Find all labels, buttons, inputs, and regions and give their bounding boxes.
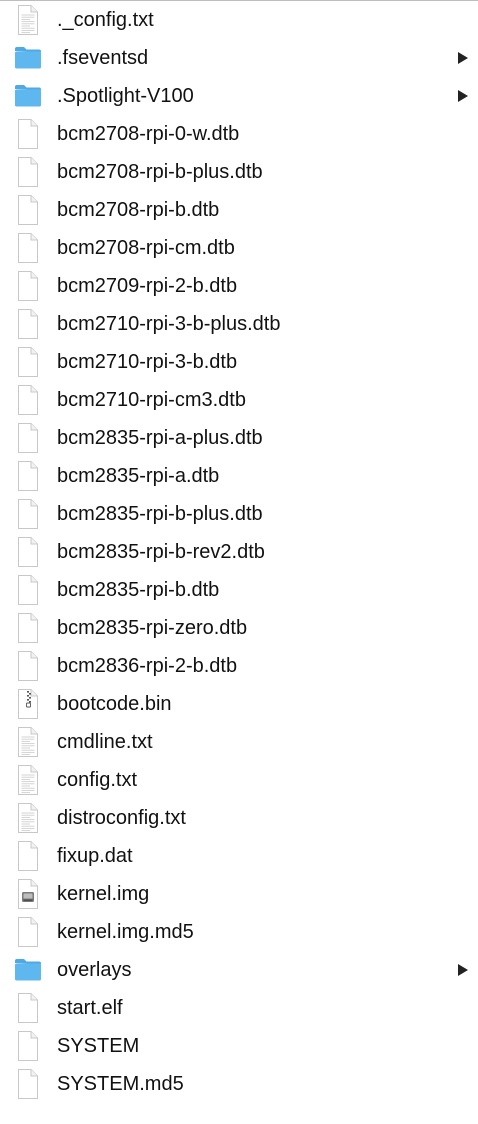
folder-row[interactable]: .fseventsd: [0, 39, 478, 77]
blank-document-icon: [14, 270, 42, 302]
blank-document-icon: [14, 232, 42, 264]
blank-document-icon: [14, 536, 42, 568]
file-name: .Spotlight-V100: [57, 85, 194, 107]
file-row[interactable]: bcm2836-rpi-2-b.dtb: [0, 647, 478, 685]
file-name: config.txt: [57, 769, 138, 791]
file-row[interactable]: bcm2708-rpi-b.dtb: [0, 191, 478, 229]
blank-document-icon: [14, 384, 42, 416]
file-row[interactable]: kernel.img: [0, 875, 478, 913]
text-document-icon: [14, 802, 42, 834]
file-name: SYSTEM: [57, 1035, 140, 1057]
folder-icon: [14, 954, 42, 986]
file-row[interactable]: ._config.txt: [0, 1, 478, 39]
folder-icon: [14, 42, 42, 74]
file-name: bcm2710-rpi-3-b-plus.dtb: [57, 313, 281, 335]
archive-icon: [14, 688, 42, 720]
file-row[interactable]: bcm2708-rpi-0-w.dtb: [0, 115, 478, 153]
blank-document-icon: [14, 308, 42, 340]
file-name: cmdline.txt: [57, 731, 153, 753]
file-name: start.elf: [57, 997, 123, 1019]
file-row[interactable]: fixup.dat: [0, 837, 478, 875]
file-name: bcm2836-rpi-2-b.dtb: [57, 655, 238, 677]
blank-document-icon: [14, 650, 42, 682]
file-row[interactable]: bootcode.bin: [0, 685, 478, 723]
file-name: SYSTEM.md5: [57, 1073, 184, 1095]
file-row[interactable]: bcm2708-rpi-b-plus.dtb: [0, 153, 478, 191]
file-name: bootcode.bin: [57, 693, 172, 715]
disk-image-icon: [14, 878, 42, 910]
file-name: bcm2835-rpi-a.dtb: [57, 465, 220, 487]
blank-document-icon: [14, 118, 42, 150]
file-row[interactable]: SYSTEM: [0, 1027, 478, 1065]
file-row[interactable]: bcm2835-rpi-a.dtb: [0, 457, 478, 495]
file-name: bcm2835-rpi-b.dtb: [57, 579, 220, 601]
file-row[interactable]: bcm2835-rpi-zero.dtb: [0, 609, 478, 647]
disclosure-arrow-icon[interactable]: [456, 89, 470, 103]
file-name: bcm2708-rpi-0-w.dtb: [57, 123, 240, 145]
file-row[interactable]: SYSTEM.md5: [0, 1065, 478, 1103]
blank-document-icon: [14, 992, 42, 1024]
file-name: bcm2835-rpi-b-plus.dtb: [57, 503, 263, 525]
folder-icon: [14, 80, 42, 112]
file-row[interactable]: bcm2710-rpi-cm3.dtb: [0, 381, 478, 419]
text-document-icon: [14, 4, 42, 36]
file-name: bcm2708-rpi-cm.dtb: [57, 237, 235, 259]
blank-document-icon: [14, 346, 42, 378]
blank-document-icon: [14, 612, 42, 644]
file-name: fixup.dat: [57, 845, 133, 867]
blank-document-icon: [14, 422, 42, 454]
file-name: bcm2708-rpi-b.dtb: [57, 199, 220, 221]
disclosure-arrow-icon[interactable]: [456, 51, 470, 65]
file-name: bcm2710-rpi-cm3.dtb: [57, 389, 246, 411]
blank-document-icon: [14, 840, 42, 872]
file-name: distroconfig.txt: [57, 807, 186, 829]
folder-row[interactable]: .Spotlight-V100: [0, 77, 478, 115]
file-name: bcm2835-rpi-a-plus.dtb: [57, 427, 263, 449]
file-name: bcm2835-rpi-b-rev2.dtb: [57, 541, 265, 563]
file-name: .fseventsd: [57, 47, 149, 69]
file-row[interactable]: bcm2710-rpi-3-b.dtb: [0, 343, 478, 381]
file-name: kernel.img: [57, 883, 150, 905]
file-row[interactable]: distroconfig.txt: [0, 799, 478, 837]
disclosure-arrow-icon[interactable]: [456, 963, 470, 977]
file-name: bcm2835-rpi-zero.dtb: [57, 617, 248, 639]
file-row[interactable]: config.txt: [0, 761, 478, 799]
file-row[interactable]: bcm2835-rpi-b.dtb: [0, 571, 478, 609]
file-row[interactable]: bcm2835-rpi-b-plus.dtb: [0, 495, 478, 533]
file-row[interactable]: bcm2835-rpi-a-plus.dtb: [0, 419, 478, 457]
text-document-icon: [14, 764, 42, 796]
file-name: bcm2708-rpi-b-plus.dtb: [57, 161, 263, 183]
file-name: kernel.img.md5: [57, 921, 194, 943]
file-row[interactable]: bcm2835-rpi-b-rev2.dtb: [0, 533, 478, 571]
file-name: bcm2709-rpi-2-b.dtb: [57, 275, 238, 297]
blank-document-icon: [14, 156, 42, 188]
text-document-icon: [14, 726, 42, 758]
blank-document-icon: [14, 1030, 42, 1062]
blank-document-icon: [14, 1068, 42, 1100]
file-row[interactable]: bcm2708-rpi-cm.dtb: [0, 229, 478, 267]
file-row[interactable]: kernel.img.md5: [0, 913, 478, 951]
blank-document-icon: [14, 460, 42, 492]
file-row[interactable]: start.elf: [0, 989, 478, 1027]
file-name: ._config.txt: [57, 9, 154, 31]
file-row[interactable]: cmdline.txt: [0, 723, 478, 761]
blank-document-icon: [14, 574, 42, 606]
file-name: overlays: [57, 959, 132, 981]
blank-document-icon: [14, 498, 42, 530]
blank-document-icon: [14, 916, 42, 948]
folder-row[interactable]: overlays: [0, 951, 478, 989]
file-row[interactable]: bcm2709-rpi-2-b.dtb: [0, 267, 478, 305]
file-name: bcm2710-rpi-3-b.dtb: [57, 351, 238, 373]
blank-document-icon: [14, 194, 42, 226]
file-row[interactable]: bcm2710-rpi-3-b-plus.dtb: [0, 305, 478, 343]
